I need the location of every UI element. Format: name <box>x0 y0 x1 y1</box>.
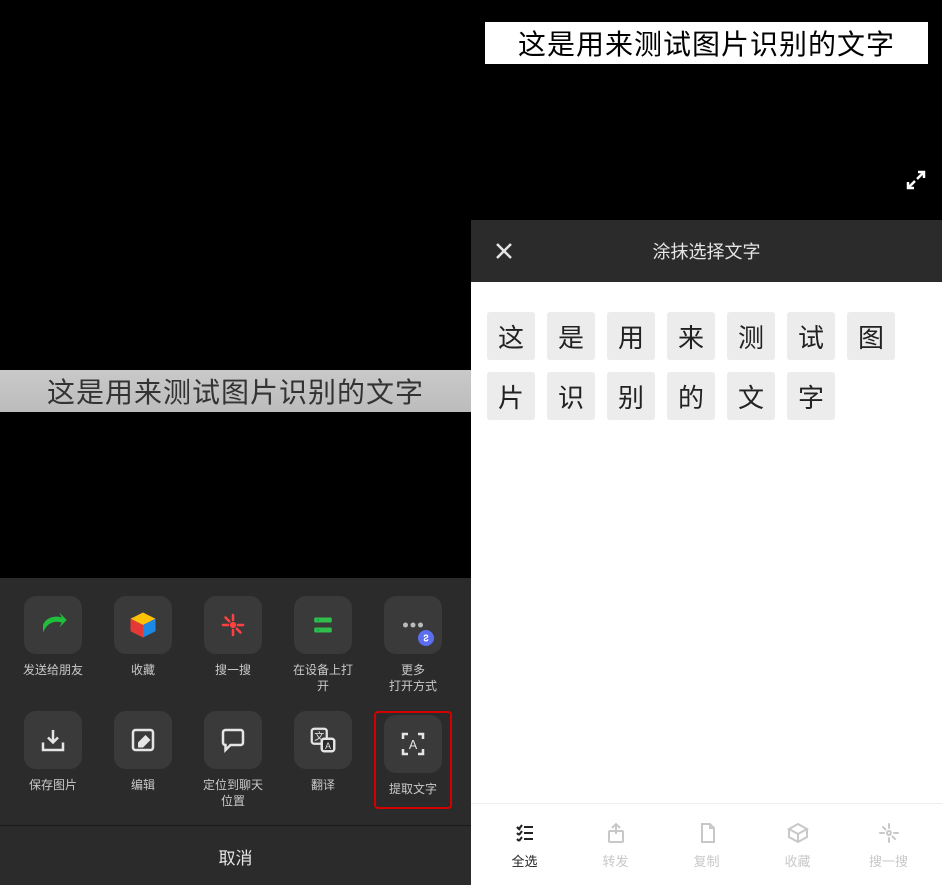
char-cell[interactable]: 试 <box>787 312 835 360</box>
cancel-button[interactable]: 取消 <box>0 825 471 885</box>
send-to-friend-button[interactable]: 发送给朋友 <box>14 596 92 694</box>
image-preview-area: 这是用来测试图片识别的文字 <box>471 0 942 220</box>
edit-square-icon <box>114 711 172 769</box>
action-label: 更多 打开方式 <box>389 662 437 694</box>
open-on-device-button[interactable]: 在设备上打 开 <box>284 596 362 694</box>
chat-bubble-icon <box>204 711 262 769</box>
action-sheet: 发送给朋友 收藏 <box>0 578 471 885</box>
search-button[interactable]: 搜一搜 <box>194 596 272 694</box>
search-button-bottom[interactable]: 搜一搜 <box>854 821 924 870</box>
char-cell[interactable]: 测 <box>727 312 775 360</box>
char-cell[interactable]: 识 <box>547 372 595 420</box>
mini-program-badge-icon <box>418 630 434 646</box>
share-arrow-icon <box>24 596 82 654</box>
cube-color-icon <box>114 596 172 654</box>
char-cell[interactable]: 图 <box>847 312 895 360</box>
action-label: 提取文字 <box>389 781 437 797</box>
image-text-strip: 这是用来测试图片识别的文字 <box>0 370 471 412</box>
forward-button[interactable]: 转发 <box>581 821 651 870</box>
selection-header: 涂抹选择文字 <box>471 220 942 282</box>
image-text-strip: 这是用来测试图片识别的文字 <box>485 22 928 64</box>
favorite-button[interactable]: 收藏 <box>104 596 182 694</box>
action-label: 翻译 <box>311 777 335 793</box>
char-cell[interactable]: 这 <box>487 312 535 360</box>
action-label: 在设备上打 开 <box>293 662 353 694</box>
char-cell[interactable]: 的 <box>667 372 715 420</box>
edit-button[interactable]: 编辑 <box>104 711 182 809</box>
action-label: 收藏 <box>131 662 155 678</box>
action-label: 搜一搜 <box>215 662 251 678</box>
device-bars-icon <box>294 596 352 654</box>
scan-text-icon: A <box>384 715 442 773</box>
copy-button[interactable]: 复制 <box>672 821 742 870</box>
doc-icon <box>695 821 719 845</box>
char-cell[interactable]: 别 <box>607 372 655 420</box>
action-row-2: 保存图片 编辑 定位到聊天 位置 <box>0 711 471 825</box>
svg-text:A: A <box>409 738 418 752</box>
tool-label: 搜一搜 <box>869 851 908 870</box>
char-cell[interactable]: 文 <box>727 372 775 420</box>
action-label: 发送给朋友 <box>23 662 83 678</box>
selection-title: 涂抹选择文字 <box>471 238 942 264</box>
cube-line-icon <box>786 821 810 845</box>
bottom-toolbar: 全选 转发 复制 <box>471 803 942 885</box>
extract-text-button[interactable]: A 提取文字 <box>374 711 452 809</box>
char-cell[interactable]: 来 <box>667 312 715 360</box>
tool-label: 全选 <box>511 851 537 870</box>
save-image-button[interactable]: 保存图片 <box>14 711 92 809</box>
svg-text:A: A <box>325 740 331 750</box>
char-grid: 这 是 用 来 测 试 图 片 识 别 的 文 字 <box>471 282 942 450</box>
checklist-icon <box>513 821 537 845</box>
spark-line-icon <box>877 821 901 845</box>
char-cell[interactable]: 片 <box>487 372 535 420</box>
translate-button[interactable]: 文 A 翻译 <box>284 711 362 809</box>
action-label: 定位到聊天 位置 <box>203 777 263 809</box>
download-icon <box>24 711 82 769</box>
tool-label: 复制 <box>693 851 719 870</box>
share-up-icon <box>604 821 628 845</box>
left-screen: 这是用来测试图片识别的文字 发送给朋友 收藏 <box>0 0 471 885</box>
spark-icon <box>204 596 262 654</box>
action-row-1: 发送给朋友 收藏 <box>0 596 471 710</box>
char-cell[interactable]: 是 <box>547 312 595 360</box>
action-label: 编辑 <box>131 777 155 793</box>
select-all-button[interactable]: 全选 <box>490 821 560 870</box>
expand-button[interactable] <box>904 168 928 192</box>
locate-chat-button[interactable]: 定位到聊天 位置 <box>194 711 272 809</box>
collect-button[interactable]: 收藏 <box>763 821 833 870</box>
more-dots-icon <box>384 596 442 654</box>
image-viewer[interactable]: 这是用来测试图片识别的文字 <box>0 0 471 578</box>
tool-label: 转发 <box>602 851 628 870</box>
close-button[interactable] <box>489 236 519 266</box>
action-label: 保存图片 <box>29 777 77 793</box>
char-cell[interactable]: 字 <box>787 372 835 420</box>
tool-label: 收藏 <box>784 851 810 870</box>
more-open-with-button[interactable]: 更多 打开方式 <box>374 596 452 694</box>
right-screen: 这是用来测试图片识别的文字 涂抹选择文字 这 是 用 来 测 试 图 片 识 别… <box>471 0 942 885</box>
translate-icon: 文 A <box>294 711 352 769</box>
char-cell[interactable]: 用 <box>607 312 655 360</box>
